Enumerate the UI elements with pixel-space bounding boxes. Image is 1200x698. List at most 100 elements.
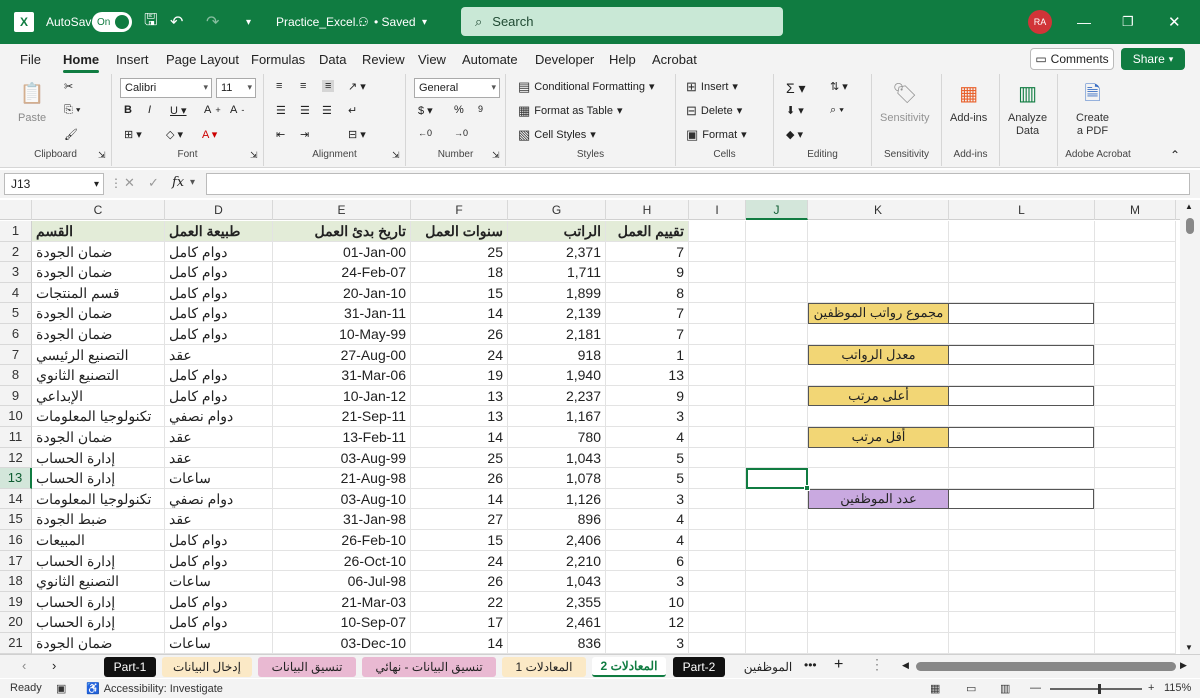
cell[interactable] — [808, 365, 949, 386]
zoom-out-icon[interactable]: — — [1030, 682, 1041, 694]
undo-icon[interactable]: ↶ — [170, 0, 183, 44]
summary-value-cell[interactable] — [948, 488, 1094, 510]
table-cell[interactable]: 4 — [606, 530, 689, 551]
row-header-14[interactable]: 14 — [0, 488, 32, 510]
cell[interactable] — [689, 530, 746, 551]
summary-value-cell[interactable] — [948, 344, 1094, 366]
table-cell[interactable]: 2,237 — [508, 385, 606, 407]
cell[interactable] — [1095, 571, 1176, 592]
cell[interactable] — [746, 509, 808, 530]
customize-qat-icon[interactable]: ▾ — [246, 0, 251, 44]
table-cell[interactable]: 24 — [411, 344, 508, 366]
tab-formulas[interactable]: Formulas — [251, 52, 305, 67]
table-cell[interactable]: 22 — [411, 591, 508, 613]
cell[interactable] — [689, 468, 746, 489]
table-cell[interactable]: 03-Aug-99 — [273, 447, 411, 469]
table-cell[interactable]: ضمان الجودة — [32, 241, 165, 263]
table-cell[interactable]: 31-Jan-11 — [273, 303, 411, 324]
column-header-i[interactable]: I — [689, 200, 746, 220]
table-cell[interactable]: 7 — [606, 324, 689, 345]
column-header-e[interactable]: E — [273, 200, 411, 220]
page-layout-view-icon[interactable]: ▭ — [966, 682, 976, 695]
add-sheet-icon[interactable]: + — [834, 656, 843, 674]
decrease-indent-icon[interactable]: ⇤ — [276, 128, 285, 141]
conditional-formatting-button[interactable]: ▤ Conditional Formatting ▾ — [518, 80, 655, 93]
tab-data[interactable]: Data — [319, 52, 346, 67]
row-header-15[interactable]: 15 — [0, 509, 32, 530]
underline-icon[interactable]: U ▾ — [170, 104, 187, 117]
cell[interactable] — [746, 221, 808, 242]
cell[interactable] — [746, 427, 808, 448]
cell[interactable] — [689, 221, 746, 242]
table-cell[interactable]: 31-Mar-06 — [273, 365, 411, 386]
bold-icon[interactable]: B — [124, 104, 132, 116]
cell[interactable] — [808, 550, 949, 572]
tab-help[interactable]: Help — [609, 52, 636, 67]
table-cell[interactable]: 26-Feb-10 — [273, 530, 411, 551]
zoom-level[interactable]: 115% — [1164, 682, 1191, 694]
find-select-icon[interactable]: ⌕ ▾ — [830, 104, 844, 117]
table-cell[interactable]: 26-Oct-10 — [273, 550, 411, 572]
cell[interactable] — [1095, 530, 1176, 551]
table-cell[interactable]: 836 — [508, 633, 606, 654]
increase-indent-icon[interactable]: ⇥ — [300, 128, 309, 141]
cell[interactable] — [689, 488, 746, 510]
table-cell[interactable]: 20-Jan-10 — [273, 282, 411, 304]
cell[interactable] — [1095, 633, 1176, 654]
table-cell[interactable]: دوام نصفي — [165, 488, 273, 510]
format-as-table-button[interactable]: ▦ Format as Table ▾ — [518, 104, 623, 117]
table-cell[interactable]: دوام كامل — [165, 303, 273, 324]
cell[interactable] — [689, 241, 746, 263]
sheet-tab[interactable]: إدخال البيانات — [162, 657, 252, 677]
delete-cells-button[interactable]: ⊟ Delete ▾ — [686, 104, 742, 117]
table-cell[interactable]: 21-Mar-03 — [273, 591, 411, 613]
cell[interactable] — [949, 406, 1095, 427]
table-cell[interactable]: 24 — [411, 550, 508, 572]
row-header-2[interactable]: 2 — [0, 241, 32, 263]
scroll-thumb[interactable] — [1186, 218, 1194, 234]
table-header-cell[interactable]: القسم — [32, 221, 165, 242]
table-cell[interactable]: 21-Sep-11 — [273, 406, 411, 427]
next-sheet-icon[interactable]: › — [52, 658, 56, 673]
row-header-8[interactable]: 8 — [0, 365, 32, 386]
cell[interactable] — [949, 447, 1095, 469]
cell[interactable] — [689, 282, 746, 304]
cell[interactable] — [808, 468, 949, 489]
scroll-up-icon[interactable]: ▲ — [1185, 202, 1193, 211]
column-header-f[interactable]: F — [411, 200, 508, 220]
zoom-slider-thumb[interactable] — [1098, 684, 1101, 694]
vertical-scrollbar[interactable]: ▲ ▼ — [1180, 200, 1200, 654]
copy-icon[interactable]: ⎘ ▾ — [64, 104, 80, 117]
table-cell[interactable]: دوام كامل — [165, 530, 273, 551]
table-cell[interactable]: 1,167 — [508, 406, 606, 427]
cell[interactable] — [949, 282, 1095, 304]
redo-icon[interactable]: ↷ — [206, 0, 219, 44]
cell[interactable] — [808, 530, 949, 551]
tab-acrobat[interactable]: Acrobat — [652, 52, 697, 67]
search-box[interactable]: ⌕ Search — [461, 7, 783, 36]
column-header-j[interactable]: J — [746, 200, 808, 220]
table-cell[interactable]: ضمان الجودة — [32, 303, 165, 324]
table-cell[interactable]: 25 — [411, 241, 508, 263]
table-cell[interactable]: ساعات — [165, 468, 273, 489]
table-cell[interactable]: 6 — [606, 550, 689, 572]
cell[interactable] — [746, 303, 808, 324]
table-cell[interactable]: ضبط الجودة — [32, 509, 165, 530]
cell[interactable] — [689, 324, 746, 345]
table-cell[interactable]: عقد — [165, 447, 273, 469]
italic-icon[interactable]: I — [148, 104, 151, 116]
cell[interactable] — [746, 633, 808, 654]
normal-view-icon[interactable]: ▦ — [930, 682, 940, 695]
cell[interactable] — [1095, 241, 1176, 263]
alignment-launcher-icon[interactable]: ⇲ — [392, 150, 400, 161]
comma-icon[interactable]: 9 — [478, 104, 483, 114]
table-cell[interactable]: التصنيع الثانوي — [32, 365, 165, 386]
table-cell[interactable]: الإبداعي — [32, 385, 165, 407]
table-header-cell[interactable]: تقييم العمل — [606, 221, 689, 242]
table-cell[interactable]: 918 — [508, 344, 606, 366]
enter-icon[interactable]: ✓ — [148, 175, 159, 191]
cell[interactable] — [689, 365, 746, 386]
orientation-icon[interactable]: ↗ ▾ — [348, 80, 366, 93]
cell[interactable] — [1095, 406, 1176, 427]
number-launcher-icon[interactable]: ⇲ — [492, 150, 500, 161]
